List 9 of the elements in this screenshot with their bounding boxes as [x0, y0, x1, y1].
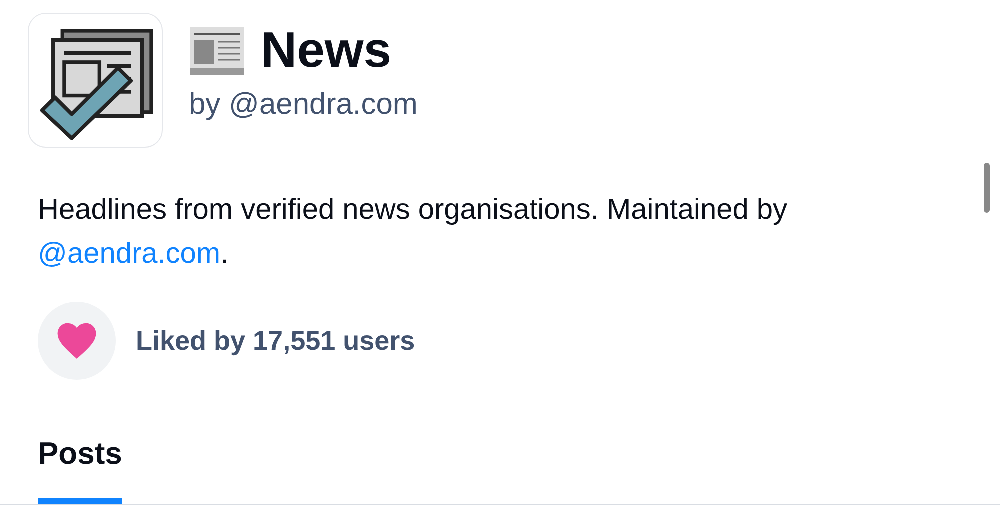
posts-tab[interactable]: Posts: [38, 436, 122, 504]
feed-author: by @aendra.com: [189, 88, 418, 122]
heart-icon: [57, 323, 97, 359]
feed-title: News: [261, 23, 392, 78]
author-link[interactable]: @aendra.com: [38, 238, 221, 270]
scrollbar[interactable]: [984, 163, 990, 213]
feed-description: Headlines from verified news organisations. Maintained by @aendra.com.: [38, 193, 789, 272]
likes-count: Liked by 17,551 users: [136, 326, 416, 356]
newspaper-icon: [189, 26, 245, 76]
